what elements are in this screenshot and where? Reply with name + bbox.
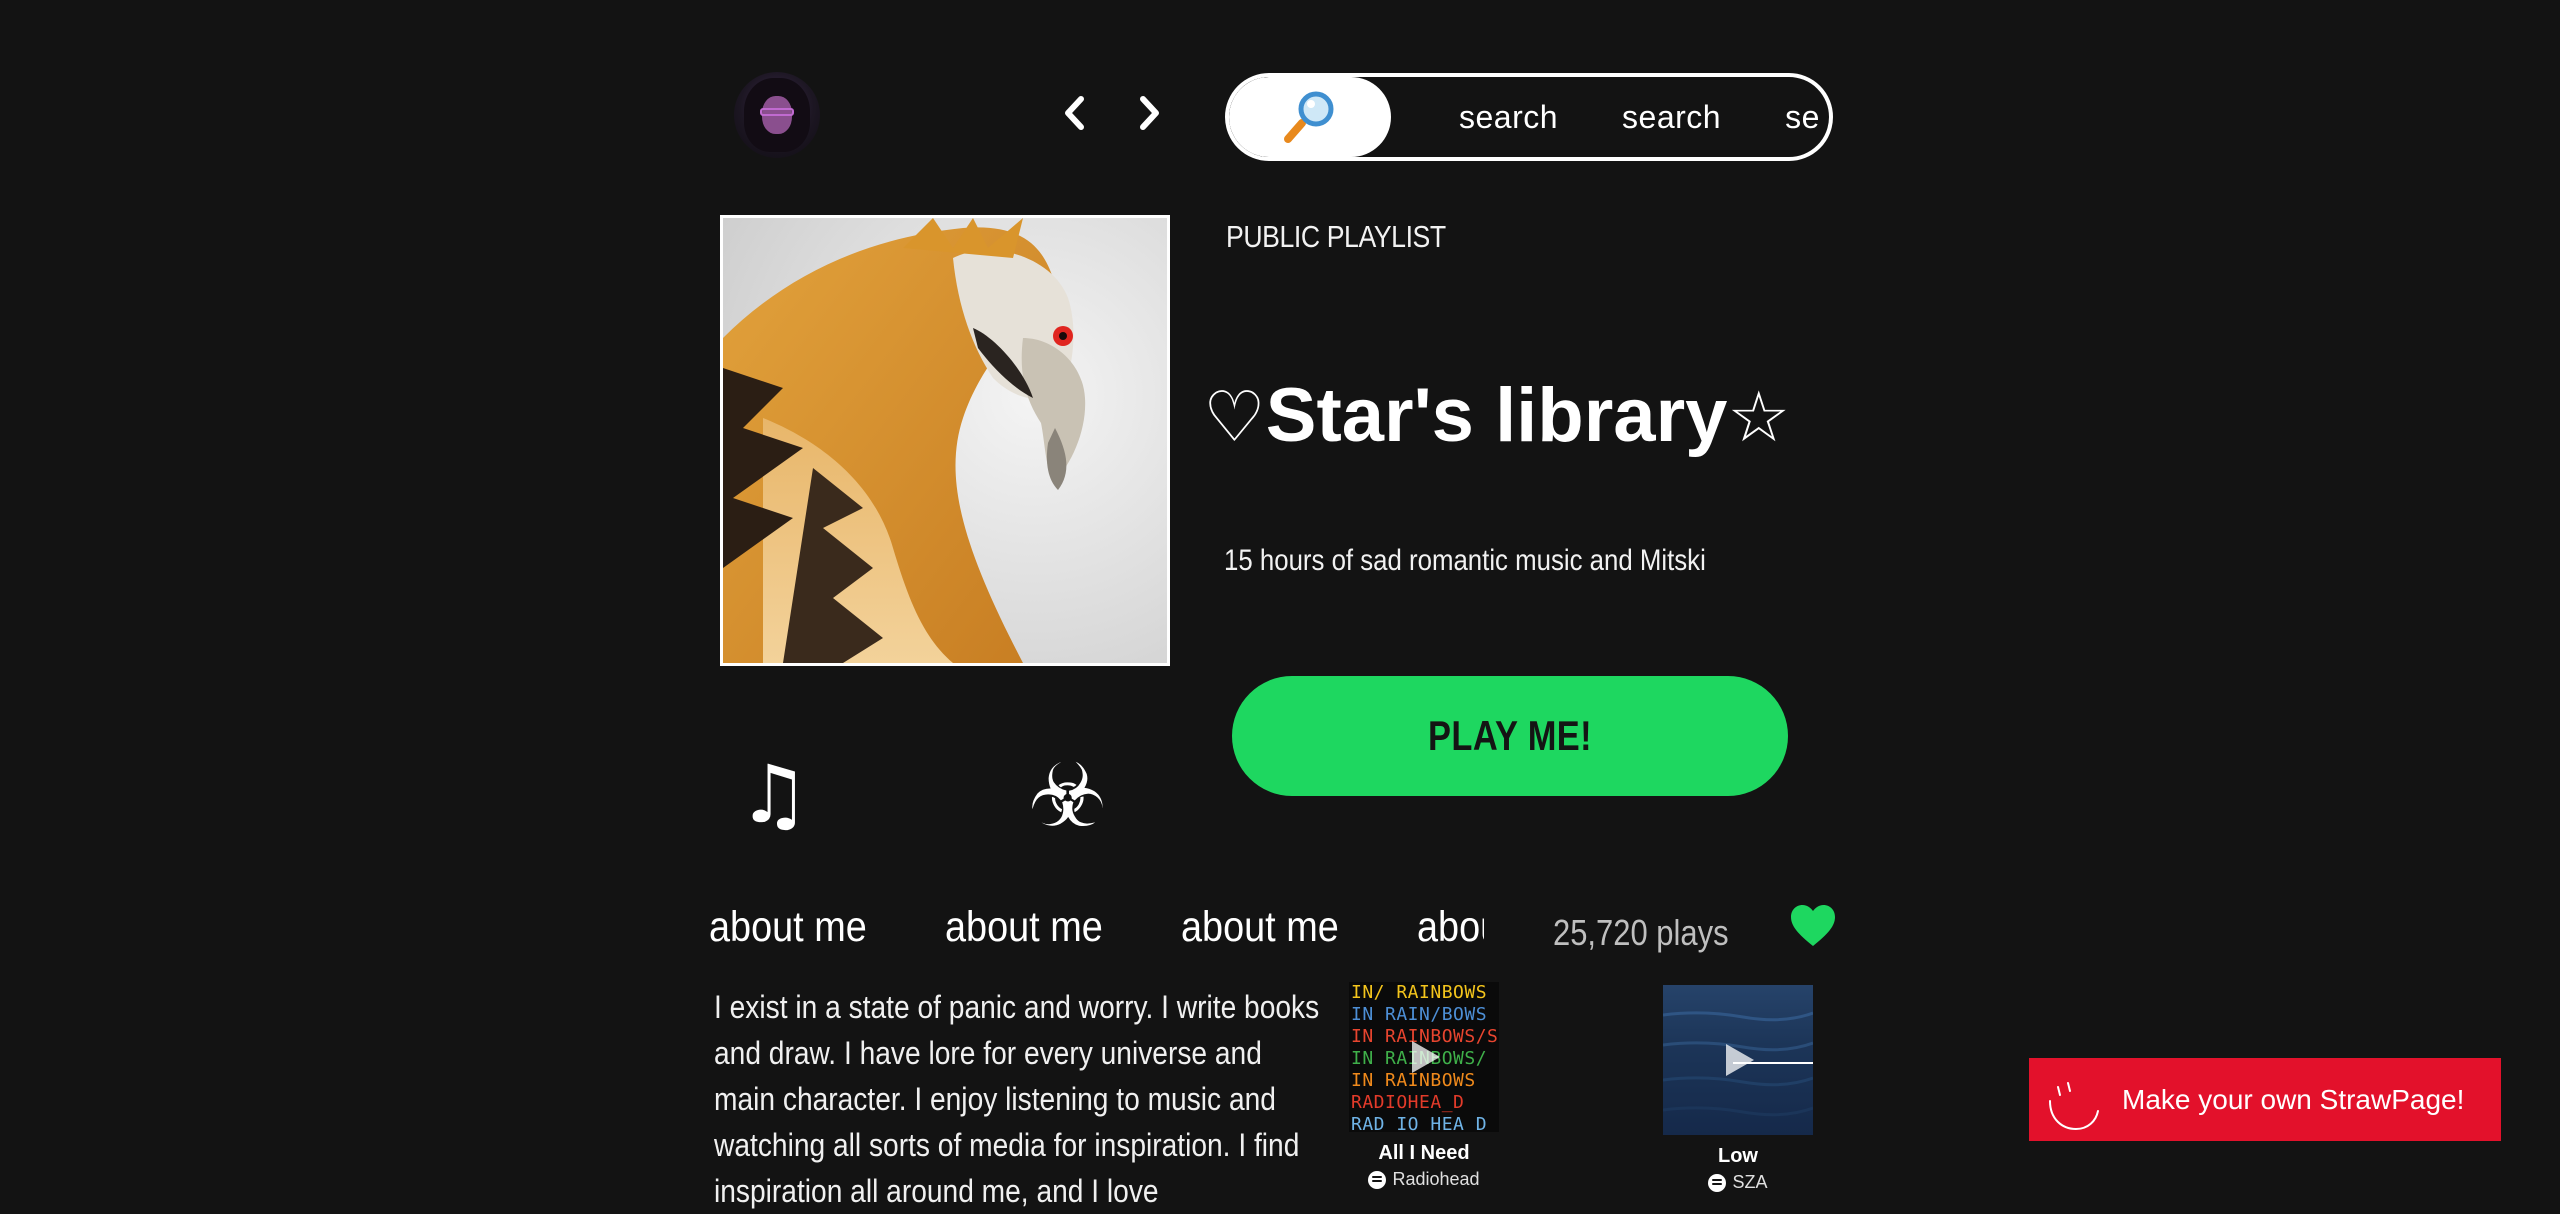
track-card[interactable]: IN/ RAINBOWS IN RAIN/BOWS IN RAINBOWS/S … <box>1344 982 1504 1190</box>
profile-avatar[interactable] <box>734 72 820 158</box>
track-artist-row: SZA <box>1658 1172 1818 1193</box>
about-me-label: about me <box>945 903 1103 951</box>
track-artist-row: Radiohead <box>1344 1169 1504 1190</box>
track-artist: SZA <box>1732 1172 1768 1192</box>
back-arrow-button[interactable] <box>1054 90 1094 136</box>
track-title: Low <box>1718 1145 1758 1167</box>
album-art-text: IN RAIN/BOWS <box>1351 1004 1488 1025</box>
search-button[interactable] <box>1229 77 1391 157</box>
about-me-label: about me <box>1417 903 1484 951</box>
magnifier-icon <box>1284 91 1334 143</box>
music-note-icon: ♫ <box>738 748 810 841</box>
playlist-title-text: Star's library <box>1265 373 1728 458</box>
heart-outline-glyph: ♡ <box>1203 376 1266 458</box>
about-me-marquee: about me about me about me about me <box>709 903 1484 959</box>
spotify-icon <box>1708 1173 1727 1192</box>
make-strawpage-button[interactable]: Make your own StrawPage! <box>2030 1059 2500 1140</box>
star-outline-glyph: ☆ <box>1727 376 1791 458</box>
play-button-label: PLAY ME! <box>1427 712 1593 759</box>
playlist-cover-image <box>720 215 1170 666</box>
spotify-icon <box>1368 1170 1387 1189</box>
playlist-description: 15 hours of sad romantic music and Mitsk… <box>1224 544 1706 577</box>
track-artist: Radiohead <box>1392 1169 1480 1189</box>
play-icon[interactable] <box>1716 1038 1760 1082</box>
play-icon[interactable] <box>1402 1035 1446 1079</box>
search-marquee: search search se <box>1459 77 1829 157</box>
track-title: All I Need <box>1378 1142 1470 1164</box>
about-me-label: about me <box>709 903 867 951</box>
album-art-text: RADIOHEA_D <box>1351 1092 1465 1113</box>
album-art-sos <box>1663 985 1813 1135</box>
forward-arrow-button[interactable] <box>1130 90 1170 136</box>
album-art-text: RAD IO HEA D <box>1351 1114 1488 1132</box>
search-chip: search <box>1459 98 1559 135</box>
search-chip: search <box>1622 98 1722 135</box>
track-card[interactable]: Low SZA <box>1658 985 1818 1193</box>
biohazard-icon: ☣ <box>1028 744 1107 847</box>
playlist-type-label: PUBLIC PLAYLIST <box>1226 219 1446 254</box>
search-chip: se <box>1785 98 1820 135</box>
bio-paragraph: I exist in a state of panic and worry. I… <box>714 989 1320 1209</box>
about-me-label: about me <box>1181 903 1339 951</box>
play-button[interactable]: PLAY ME! <box>1232 676 1788 796</box>
about-me-text: I exist in a state of panic and worry. I… <box>714 984 1319 1214</box>
play-count: 25,720 plays <box>1553 912 1729 953</box>
heart-icon[interactable] <box>1790 904 1836 948</box>
avatar-glasses <box>760 108 794 116</box>
playlist-title: ♡Star's library☆ <box>1203 372 1790 459</box>
album-art-text: IN/ RAINBOWS <box>1351 982 1488 1003</box>
search-bar[interactable]: search search se <box>1225 73 1833 161</box>
chevron-left-icon <box>1065 96 1084 130</box>
album-art-in-rainbows: IN/ RAINBOWS IN RAIN/BOWS IN RAINBOWS/S … <box>1349 982 1499 1132</box>
strawpage-label: Make your own StrawPage! <box>2122 1083 2465 1115</box>
vulture-illustration <box>723 218 1167 663</box>
chevron-right-icon <box>1140 96 1159 130</box>
strawpage-logo-icon <box>2049 1081 2099 1130</box>
